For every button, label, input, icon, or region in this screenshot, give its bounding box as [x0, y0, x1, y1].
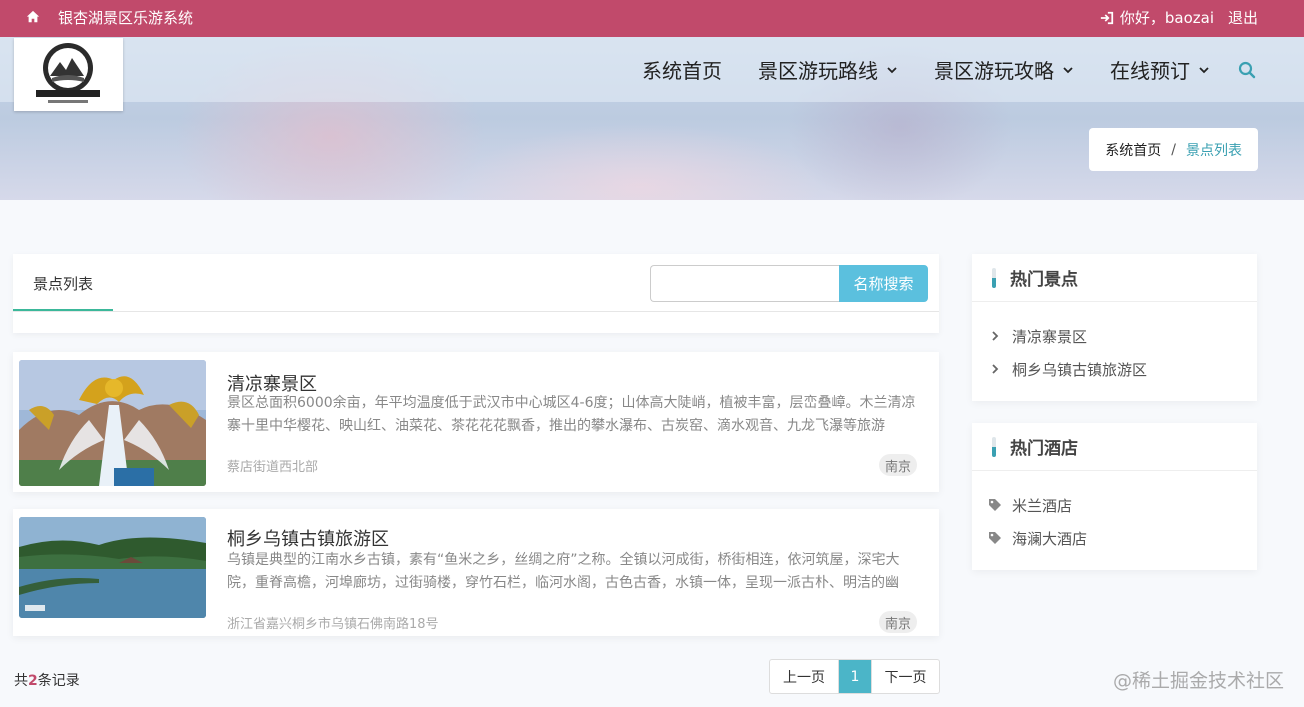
hot-spots-panel: 热门景点 清凉寨景区 桐乡乌镇古镇旅游区 [972, 254, 1257, 401]
breadcrumb-current: 景点列表 [1186, 142, 1242, 159]
nav-item-booking[interactable]: 在线预订 [1110, 55, 1210, 84]
hot-spot-label: 桐乡乌镇古镇旅游区 [1012, 360, 1148, 379]
breadcrumb-separator: / [1171, 141, 1176, 158]
page-1-button[interactable]: 1 [839, 660, 871, 693]
nav-item-routes[interactable]: 景区游玩路线 [758, 55, 898, 84]
hot-hotel-item[interactable]: 米兰酒店 [988, 494, 1072, 516]
panel-header: 热门酒店 [972, 423, 1257, 471]
top-bar: 银杏湖景区乐游系统 你好，baozai 退出 [0, 0, 1304, 37]
tab-label: 景点列表 [32, 274, 93, 293]
record-count-number: 2 [28, 673, 38, 689]
nav-item-label: 系统首页 [642, 59, 722, 83]
site-logo[interactable] [14, 38, 123, 111]
nav-item-label: 景区游玩路线 [758, 59, 878, 83]
tag-icon [989, 532, 1001, 544]
thermometer-icon [992, 267, 996, 288]
panel-header: 热门景点 [972, 254, 1257, 302]
spot-description: 景区总面积6000余亩，年平均温度低于武汉市中心城区4-6度；山体高大陡峭，植被… [227, 395, 916, 434]
spot-address: 浙江省嘉兴桐乡市乌镇石佛南路18号 [227, 617, 439, 632]
hot-hotel-label: 海澜大酒店 [1012, 529, 1088, 548]
hot-spot-label: 清凉寨景区 [1012, 327, 1088, 346]
hot-hotels-panel: 热门酒店 米兰酒店 海澜大酒店 [972, 423, 1257, 570]
breadcrumb-home-link[interactable]: 系统首页 [1105, 140, 1161, 160]
chevron-down-icon [887, 66, 897, 73]
nav-item-guides[interactable]: 景区游玩攻略 [934, 55, 1074, 84]
hot-hotel-label: 米兰酒店 [1012, 496, 1073, 515]
hot-hotel-item[interactable]: 海澜大酒店 [988, 527, 1087, 549]
navbar: 系统首页 景区游玩路线 景区游玩攻略 在线预订 [0, 37, 1304, 102]
spot-image-lake[interactable] [19, 517, 206, 618]
thermometer-icon [992, 436, 996, 457]
next-page-button[interactable]: 下一页 [871, 660, 939, 693]
header-banner: 系统首页 景区游玩路线 景区游玩攻略 在线预订 系统首页 / 景点列表 [0, 37, 1304, 200]
user-greeting: 你好，baozai [1119, 9, 1214, 27]
watermark: @稀土掘金技术社区 [1112, 670, 1284, 692]
main-nav: 系统首页 景区游玩路线 景区游玩攻略 在线预订 [606, 37, 1256, 102]
spot-description: 乌镇是典型的江南水乡古镇，素有“鱼米之乡，丝绸之府”之称。全镇以河成街，桥街相连… [227, 552, 900, 591]
site-title: 银杏湖景区乐游系统 [58, 9, 194, 27]
city-tag: 南京 [878, 611, 917, 633]
logout-link[interactable]: 退出 [1228, 7, 1258, 29]
search-icon[interactable] [1238, 61, 1256, 79]
chevron-down-icon [1199, 66, 1209, 73]
breadcrumb: 系统首页 / 景点列表 [1089, 128, 1258, 171]
list-header: 景点列表 名称搜索 [13, 254, 939, 333]
panel-title: 热门酒店 [1010, 439, 1078, 459]
tab-spot-list[interactable]: 景点列表 [13, 254, 113, 312]
spot-image-dragon[interactable] [19, 360, 206, 486]
record-count-suffix: 条记录 [37, 673, 80, 689]
nav-item-label: 景区游玩攻略 [934, 59, 1054, 83]
tag-icon [989, 499, 1001, 511]
name-search-input[interactable] [650, 265, 840, 302]
logo-emblem [36, 43, 100, 103]
list-item[interactable]: 清凉寨景区 景区总面积6000余亩，年平均温度低于武汉市中心城区4-6度；山体高… [13, 352, 939, 492]
divider [13, 311, 939, 312]
panel-title: 热门景点 [1010, 270, 1078, 290]
city-tag: 南京 [878, 454, 917, 476]
spot-address: 蔡店街道西北部 [227, 460, 319, 475]
record-count: 共2条记录 [14, 670, 80, 690]
spot-title[interactable]: 桐乡乌镇古镇旅游区 [227, 525, 389, 551]
pagination: 上一页 1 下一页 [769, 659, 940, 694]
record-count-prefix: 共 [14, 673, 28, 689]
hot-spot-item[interactable]: 清凉寨景区 [988, 325, 1087, 347]
sign-in-icon [1100, 11, 1113, 25]
nav-item-home[interactable]: 系统首页 [642, 55, 722, 84]
user-area: 你好，baozai 退出 [1100, 7, 1258, 29]
name-search-button[interactable]: 名称搜索 [839, 265, 928, 302]
chevron-down-icon [1063, 66, 1073, 73]
home-icon[interactable] [26, 10, 40, 24]
nav-item-label: 在线预订 [1110, 59, 1190, 83]
chevron-right-icon [992, 364, 999, 374]
hot-spot-item[interactable]: 桐乡乌镇古镇旅游区 [988, 358, 1147, 380]
list-item[interactable]: 桐乡乌镇古镇旅游区 乌镇是典型的江南水乡古镇，素有“鱼米之乡，丝绸之府”之称。全… [13, 509, 939, 636]
prev-page-button[interactable]: 上一页 [770, 660, 839, 693]
chevron-right-icon [992, 331, 999, 341]
